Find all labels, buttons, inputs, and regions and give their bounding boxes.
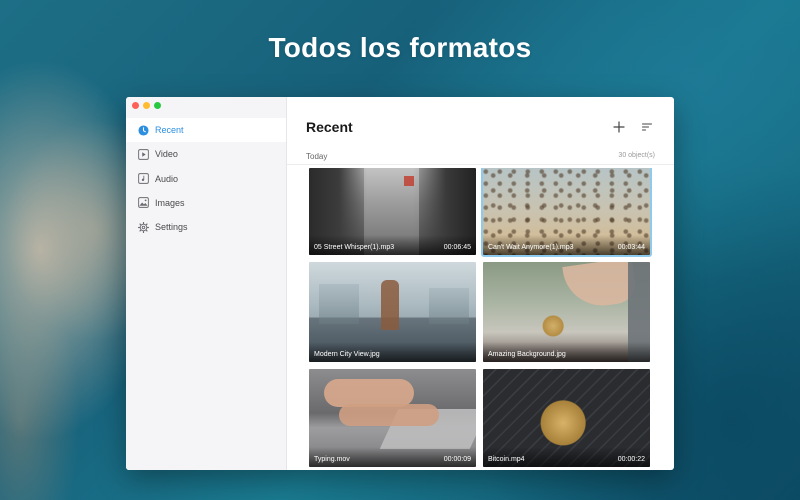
media-tile[interactable]: Amazing Background.jpg	[483, 262, 650, 362]
duration: 00:06:45	[443, 244, 471, 251]
section-label: Today	[306, 152, 328, 161]
sidebar-item-label: Recent	[155, 125, 184, 135]
app-window: Recent Video Audio Images Settings Recen…	[126, 97, 674, 470]
music-note-icon	[138, 173, 149, 184]
file-name: Can't Wait Anymore(1).mp3	[488, 244, 574, 251]
clock-icon	[138, 124, 149, 136]
main-panel: Recent Today 30 object(s) 05 Street Whis…	[287, 97, 674, 470]
media-tile[interactable]: Typing.mov 00:00:09	[309, 369, 476, 467]
sidebar-item-images[interactable]: Images	[126, 191, 286, 215]
plus-icon	[613, 121, 625, 133]
zoom-button[interactable]	[154, 102, 161, 109]
file-name: Amazing Background.jpg	[488, 351, 566, 358]
duration: 00:03:44	[617, 244, 645, 251]
duration: 00:00:22	[617, 456, 645, 463]
close-button[interactable]	[132, 102, 139, 109]
window-controls	[132, 102, 161, 109]
sort-button[interactable]	[640, 120, 654, 134]
file-name: 05 Street Whisper(1).mp3	[314, 244, 395, 251]
duration: 00:00:09	[443, 456, 471, 463]
object-count: 30 object(s)	[618, 152, 655, 159]
media-tile[interactable]: Can't Wait Anymore(1).mp3 00:03:44	[481, 168, 652, 257]
divider	[287, 164, 674, 165]
add-button[interactable]	[612, 120, 626, 134]
sidebar-item-recent[interactable]: Recent	[126, 118, 286, 142]
sidebar-item-label: Video	[155, 149, 178, 160]
file-name: Modern City View.jpg	[314, 351, 380, 358]
media-tile[interactable]: Modern City View.jpg	[309, 262, 476, 362]
image-icon	[138, 197, 149, 209]
sidebar: Recent Video Audio Images Settings	[126, 97, 287, 470]
sidebar-item-video[interactable]: Video	[126, 142, 286, 166]
sort-icon	[641, 123, 653, 131]
sidebar-item-audio[interactable]: Audio	[126, 167, 286, 191]
headline: Todos los formatos	[268, 32, 532, 63]
gear-icon	[138, 221, 149, 233]
sidebar-nav: Recent Video Audio Images Settings	[126, 118, 286, 239]
sidebar-item-label: Audio	[155, 173, 179, 184]
sidebar-item-label: Images	[155, 197, 185, 208]
minimize-button[interactable]	[143, 102, 150, 109]
video-icon	[138, 148, 149, 160]
file-name: Bitcoin.mp4	[488, 456, 525, 463]
sidebar-item-settings[interactable]: Settings	[126, 215, 286, 239]
media-tile[interactable]: 05 Street Whisper(1).mp3 00:06:45	[309, 168, 476, 255]
sidebar-item-label: Settings	[155, 222, 188, 233]
file-name: Typing.mov	[314, 456, 350, 463]
page-title: Recent	[306, 119, 353, 135]
media-tile[interactable]: Bitcoin.mp4 00:00:22	[483, 369, 650, 467]
media-grid: 05 Street Whisper(1).mp3 00:06:45 Can't …	[309, 168, 654, 468]
